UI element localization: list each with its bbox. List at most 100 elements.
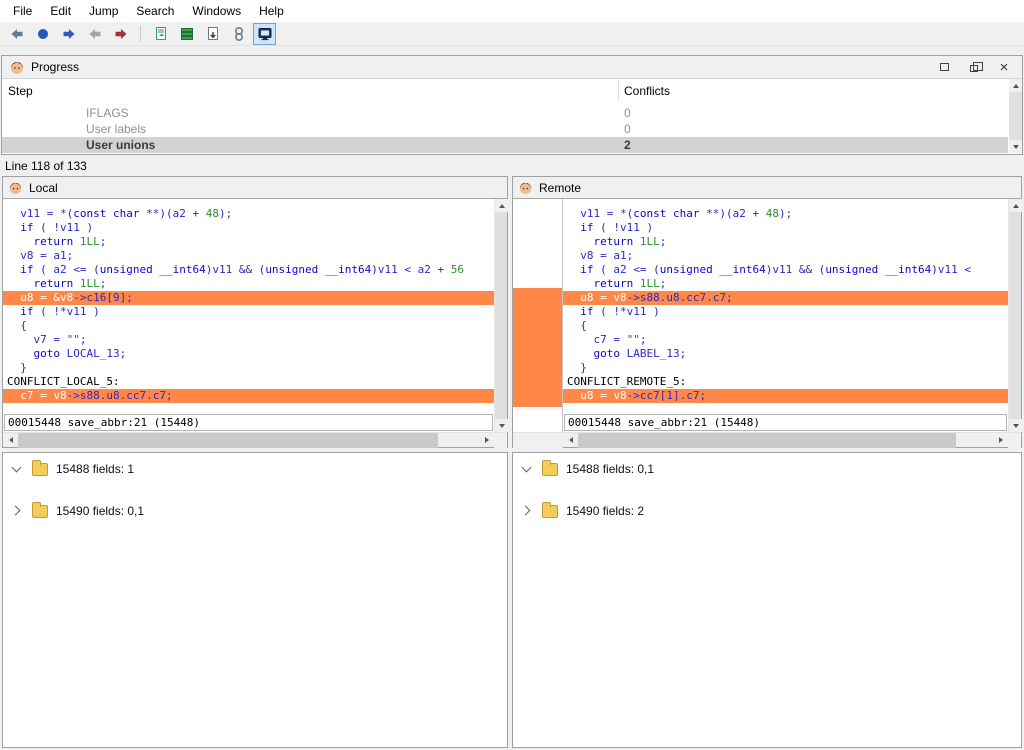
menu-item-search[interactable]: Search bbox=[127, 0, 183, 22]
scroll-thumb[interactable] bbox=[495, 212, 507, 419]
float-button[interactable] bbox=[967, 60, 981, 74]
scroll-track[interactable] bbox=[18, 433, 479, 448]
chevron-down-icon[interactable] bbox=[12, 464, 22, 474]
local-pane-header: Local bbox=[3, 177, 507, 199]
code-line[interactable]: if ( a2 <= (unsigned __int64)v11 && (uns… bbox=[567, 263, 1008, 277]
nav-forward-button[interactable] bbox=[57, 23, 80, 45]
code-line[interactable]: goto LABEL_13; bbox=[567, 347, 1008, 361]
code-line[interactable]: if ( !v11 ) bbox=[567, 221, 1008, 235]
scroll-track[interactable] bbox=[578, 433, 993, 448]
code-line[interactable]: if ( !v11 ) bbox=[7, 221, 494, 235]
conflict-code-line[interactable]: u8 = v8->cc7[1].c7; bbox=[563, 389, 1008, 403]
diff-doc-button[interactable] bbox=[149, 23, 172, 45]
code-line[interactable]: c7 = ""; bbox=[567, 333, 1008, 347]
jump-next-button[interactable] bbox=[109, 23, 132, 45]
code-token: 1LL bbox=[80, 277, 100, 290]
code-line[interactable]: { bbox=[567, 319, 1008, 333]
code-line[interactable]: v7 = ""; bbox=[7, 333, 494, 347]
jump-prev-button[interactable] bbox=[83, 23, 106, 45]
code-line[interactable]: { bbox=[7, 319, 494, 333]
nav-back-button[interactable] bbox=[5, 23, 28, 45]
code-line[interactable]: if ( !*v11 ) bbox=[567, 305, 1008, 319]
code-token: 56 bbox=[451, 263, 464, 276]
conflict-code-line[interactable]: u8 = v8->s88.u8.cc7.c7; bbox=[563, 291, 1008, 305]
table-scrollbar[interactable] bbox=[1009, 79, 1022, 153]
progress-row-user-labels[interactable]: User labels0 bbox=[2, 121, 1008, 137]
code-line[interactable]: goto LOCAL_13; bbox=[7, 347, 494, 361]
menu-item-file[interactable]: File bbox=[4, 0, 41, 22]
code-line[interactable]: return 1LL; bbox=[7, 235, 494, 249]
scroll-up-arrow-icon[interactable] bbox=[1009, 79, 1022, 92]
chevron-down-icon[interactable] bbox=[522, 464, 532, 474]
scroll-track[interactable] bbox=[495, 212, 507, 419]
scroll-thumb[interactable] bbox=[1009, 92, 1022, 140]
chevron-right-icon[interactable] bbox=[522, 506, 532, 516]
folder-icon bbox=[32, 505, 48, 518]
scroll-up-arrow-icon[interactable] bbox=[495, 199, 508, 212]
local-vscrollbar[interactable] bbox=[494, 199, 507, 432]
doc-export-button[interactable] bbox=[201, 23, 224, 45]
maximize-button[interactable] bbox=[937, 60, 951, 74]
code-line[interactable]: CONFLICT_REMOTE_5: bbox=[567, 375, 1008, 389]
scroll-left-arrow-icon[interactable] bbox=[3, 433, 18, 448]
diff-list-icon bbox=[179, 26, 195, 42]
code-line[interactable]: return 1LL; bbox=[567, 277, 1008, 291]
column-header-step[interactable]: Step bbox=[8, 84, 33, 98]
scroll-track[interactable] bbox=[1009, 212, 1021, 419]
conflict-code-line[interactable]: u8 = &v8->c16[9]; bbox=[3, 291, 494, 305]
scroll-thumb[interactable] bbox=[1009, 212, 1021, 419]
code-token: )v11 < bbox=[931, 263, 971, 276]
close-button[interactable]: × bbox=[997, 60, 1011, 74]
chain-button[interactable] bbox=[227, 23, 250, 45]
code-token: u8 = &v8 bbox=[7, 291, 73, 304]
code-token: CONFLICT_REMOTE_5: bbox=[567, 375, 686, 388]
progress-row-iflags[interactable]: IFLAGS0 bbox=[2, 105, 1008, 121]
menu-item-jump[interactable]: Jump bbox=[80, 0, 127, 22]
code-token: v11 = *( bbox=[567, 207, 633, 220]
monitor-view-button[interactable] bbox=[253, 23, 276, 45]
code-line[interactable]: CONFLICT_LOCAL_5: bbox=[7, 375, 494, 389]
code-token: LABEL_13; bbox=[620, 347, 686, 360]
tree-item-15490-fields-2[interactable]: 15490 fields: 2 bbox=[513, 501, 1021, 521]
code-line[interactable]: if ( a2 <= (unsigned __int64)v11 && (uns… bbox=[7, 263, 494, 277]
code-line[interactable]: v8 = a1; bbox=[567, 249, 1008, 263]
scroll-track[interactable] bbox=[1009, 92, 1022, 140]
local-hscrollbar[interactable] bbox=[3, 432, 507, 447]
code-line[interactable]: v11 = *(const char **)(a2 + 48); bbox=[567, 207, 1008, 221]
chevron-right-icon[interactable] bbox=[12, 506, 22, 516]
stop-button[interactable] bbox=[31, 23, 54, 45]
code-line[interactable]: } bbox=[7, 361, 494, 375]
menu-item-windows[interactable]: Windows bbox=[183, 0, 250, 22]
code-line[interactable]: v11 = *(const char **)(a2 + 48); bbox=[7, 207, 494, 221]
scroll-down-arrow-icon[interactable] bbox=[1009, 419, 1022, 432]
scroll-thumb[interactable] bbox=[578, 433, 956, 448]
scroll-down-arrow-icon[interactable] bbox=[495, 419, 508, 432]
remote-hscrollbar[interactable] bbox=[513, 432, 1021, 447]
menu-item-help[interactable]: Help bbox=[250, 0, 293, 22]
scroll-thumb[interactable] bbox=[18, 433, 438, 448]
remote-vscrollbar[interactable] bbox=[1008, 199, 1021, 432]
diff-list-button[interactable] bbox=[175, 23, 198, 45]
tree-item-15490-fields-0-1[interactable]: 15490 fields: 0,1 bbox=[3, 501, 507, 521]
scroll-left-arrow-icon[interactable] bbox=[563, 433, 578, 448]
scroll-right-arrow-icon[interactable] bbox=[479, 433, 494, 448]
code-token: const char bbox=[73, 207, 139, 220]
scroll-right-arrow-icon[interactable] bbox=[993, 433, 1008, 448]
conflict-code-line[interactable]: c7 = v8->s88.u8.cc7.c7; bbox=[3, 389, 494, 403]
menu-item-edit[interactable]: Edit bbox=[41, 0, 80, 22]
column-header-conflicts[interactable]: Conflicts bbox=[624, 84, 670, 98]
tree-item-15488-fields-1[interactable]: 15488 fields: 1 bbox=[3, 459, 507, 479]
ida-icon bbox=[8, 180, 23, 195]
progress-rows: IFLAGS0User labels0User unions2 bbox=[2, 105, 1008, 153]
code-token: ( a2 <= ( bbox=[34, 263, 100, 276]
code-line[interactable]: return 1LL; bbox=[7, 277, 494, 291]
table-header-row: Step Conflicts bbox=[2, 79, 1022, 105]
progress-row-user-unions[interactable]: User unions2 bbox=[2, 137, 1008, 153]
tree-item-15488-fields-0-1[interactable]: 15488 fields: 0,1 bbox=[513, 459, 1021, 479]
code-line[interactable]: v8 = a1; bbox=[7, 249, 494, 263]
code-line[interactable]: if ( !*v11 ) bbox=[7, 305, 494, 319]
code-line[interactable]: } bbox=[567, 361, 1008, 375]
scroll-down-arrow-icon[interactable] bbox=[1009, 140, 1022, 153]
scroll-up-arrow-icon[interactable] bbox=[1009, 199, 1022, 212]
code-line[interactable]: return 1LL; bbox=[567, 235, 1008, 249]
